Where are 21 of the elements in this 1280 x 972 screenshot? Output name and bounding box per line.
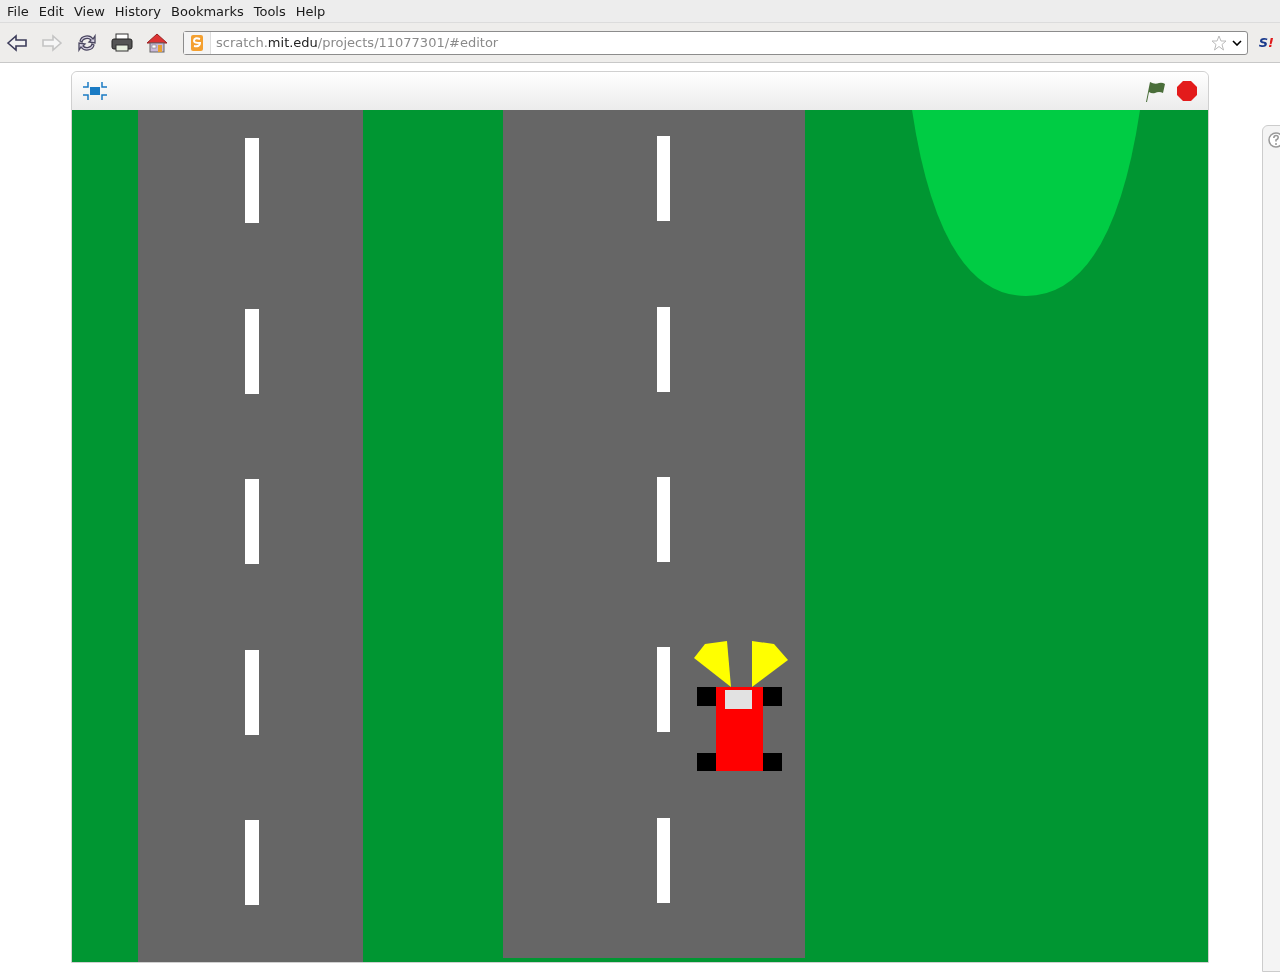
bookmark-star-icon[interactable]: [1210, 34, 1227, 51]
menu-item[interactable]: Help: [290, 3, 331, 19]
menu-item[interactable]: Tools: [248, 3, 291, 19]
site-favicon-icon: [191, 34, 203, 51]
menu-item[interactable]: History: [109, 3, 167, 19]
home-icon[interactable]: [146, 32, 168, 53]
url-text: scratch.mit.edu/projects/11077301/#editor: [215, 35, 500, 50]
menu-item[interactable]: Edit: [33, 3, 69, 19]
back-arrow-icon[interactable]: [6, 32, 28, 53]
dropdown-caret-icon[interactable]: [1231, 39, 1242, 46]
menu-item[interactable]: View: [68, 3, 110, 19]
printer-icon[interactable]: [111, 32, 133, 53]
help-icon[interactable]: [1268, 132, 1280, 148]
stop-sign-icon[interactable]: [1176, 80, 1198, 102]
flag-icon[interactable]: [1144, 80, 1166, 102]
extension-logo[interactable]: S!: [1258, 35, 1274, 50]
menu-item[interactable]: File: [2, 3, 34, 19]
menu-item[interactable]: Bookmarks: [166, 3, 249, 19]
reload-icon[interactable]: [76, 32, 98, 53]
address-field[interactable]: scratch.mit.edu/projects/11077301/#editor: [183, 30, 1248, 55]
fullscreen-toggle-icon[interactable]: [82, 81, 108, 101]
